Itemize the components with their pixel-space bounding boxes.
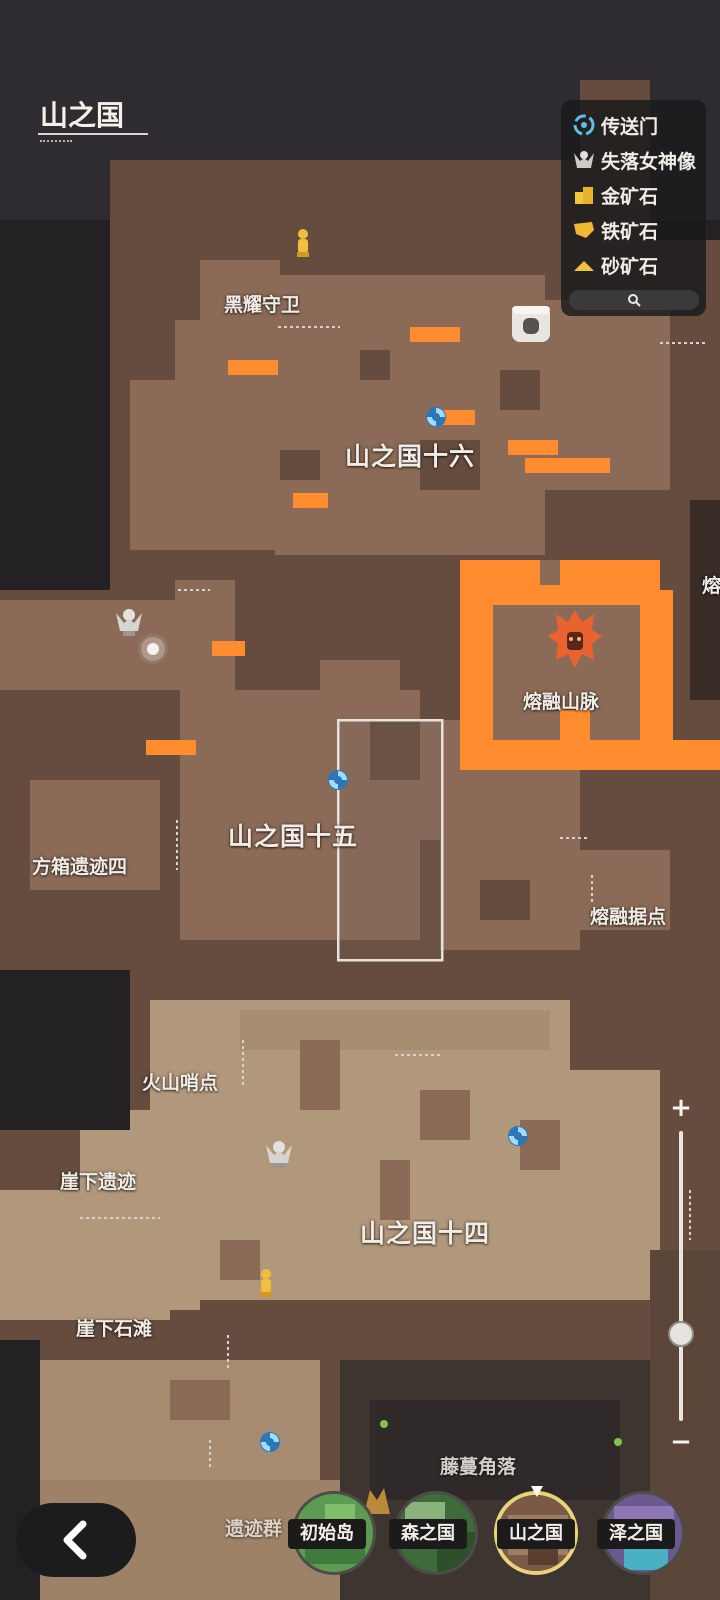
label-mountain-16: 山之国十六 — [345, 442, 476, 471]
region-label-swamp-kingdom[interactable]: 泽之国 — [597, 1519, 675, 1549]
legend-label: 金矿石 — [601, 185, 659, 208]
label-cliff-shoal: 崖下石滩 — [76, 1318, 153, 1340]
chevron-left-icon — [63, 1520, 87, 1560]
zoom-handle[interactable] — [668, 1321, 694, 1347]
label-fangxiang-ruins: 方箱遗迹四 — [32, 856, 128, 878]
zoom-slider[interactable]: + − — [668, 1095, 694, 1455]
legend-item-portal[interactable]: 传送门 — [571, 110, 658, 140]
portal-icon[interactable] — [506, 1124, 530, 1148]
player-location-marker — [147, 643, 159, 655]
legend-item-gold-ore[interactable]: 金矿石 — [571, 180, 658, 210]
label-cliff-ruins: 崖下遗迹 — [60, 1171, 137, 1193]
legend-label: 砂矿石 — [601, 255, 659, 278]
label-molten-range: 熔融山脉 — [523, 691, 600, 713]
molten-boss-icon[interactable] — [546, 608, 604, 670]
goddess-statue-icon — [571, 147, 597, 173]
label-mountain-14: 山之国十四 — [360, 1219, 491, 1248]
legend-label: 传送门 — [601, 115, 659, 138]
legend-item-goddess[interactable]: 失落女神像 — [571, 145, 696, 175]
region-title: 山之国 — [40, 99, 125, 132]
zoom-in-button[interactable]: + — [668, 1095, 694, 1121]
region-label-starter-island[interactable]: 初始岛 — [288, 1519, 366, 1549]
legend-item-sand-ore[interactable]: 砂矿石 — [571, 250, 658, 280]
label-volcano-post: 火山哨点 — [142, 1072, 219, 1094]
search-icon — [628, 294, 641, 307]
label-ruins-group: 遗迹群 — [225, 1518, 283, 1540]
portal-icon[interactable] — [424, 405, 448, 429]
gold-ore-marker[interactable] — [259, 1268, 273, 1300]
gold-ore-icon — [571, 182, 597, 208]
lost-goddess-shrine[interactable] — [508, 300, 554, 346]
label-edge-partial: 熔 — [702, 575, 720, 597]
legend-label: 铁矿石 — [601, 220, 659, 243]
portal-icon — [571, 112, 597, 138]
spore-dot-icon — [380, 1420, 388, 1428]
portal-icon[interactable] — [326, 768, 350, 792]
zoom-track[interactable] — [679, 1131, 683, 1421]
iron-ore-icon — [571, 217, 597, 243]
label-vine-corner: 藤蔓角落 — [440, 1456, 517, 1478]
back-button[interactable] — [16, 1503, 136, 1577]
region-label-forest-kingdom[interactable]: 森之国 — [389, 1519, 467, 1549]
legend-item-iron-ore[interactable]: 铁矿石 — [571, 215, 658, 245]
legend-label: 失落女神像 — [601, 150, 697, 173]
gold-ore-marker[interactable] — [296, 228, 310, 260]
current-region-marker-icon — [531, 1486, 543, 1497]
sand-ore-icon — [571, 252, 597, 278]
label-heiyao-guard: 黑耀守卫 — [224, 294, 301, 316]
title-dots — [40, 140, 72, 144]
map-screen: 山之国 黑耀守卫 山之国十六 熔融山脉 山之国十五 方箱遗迹四 熔融据点 火山哨… — [0, 0, 720, 1600]
legend-search-button[interactable] — [569, 290, 699, 310]
goddess-statue-icon[interactable] — [262, 1137, 296, 1171]
goddess-statue-icon[interactable] — [112, 605, 146, 639]
map-legend: 传送门 失落女神像 金矿石 铁矿石 砂矿石 — [561, 100, 706, 316]
portal-icon[interactable] — [258, 1430, 282, 1454]
label-molten-base: 熔融据点 — [590, 906, 667, 928]
zoom-out-button[interactable]: − — [668, 1429, 694, 1455]
region-label-mountain-kingdom[interactable]: 山之国 — [497, 1519, 575, 1549]
spore-dot-icon — [614, 1438, 622, 1446]
title-underline — [38, 133, 148, 135]
label-mountain-15: 山之国十五 — [228, 822, 359, 851]
